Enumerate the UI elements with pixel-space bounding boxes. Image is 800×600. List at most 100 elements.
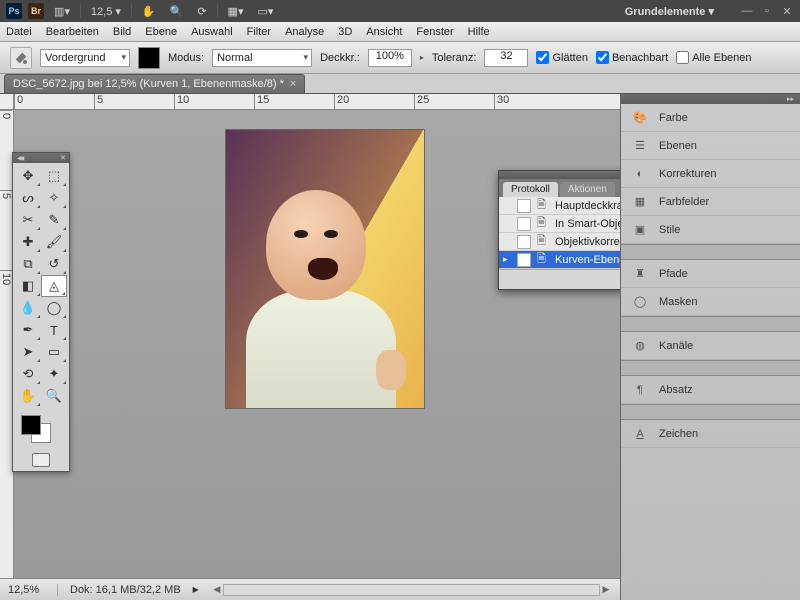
bridge-logo-icon[interactable]: Br <box>28 3 44 19</box>
eyedropper-tool[interactable]: ✎ <box>41 209 67 231</box>
crop-tool[interactable]: ✂ <box>15 209 41 231</box>
panel-absatz[interactable]: ¶Absatz <box>621 376 800 404</box>
ruler-origin[interactable] <box>0 94 14 110</box>
current-tool-paint-bucket-icon[interactable] <box>10 47 32 69</box>
menu-bild[interactable]: Bild <box>113 26 131 38</box>
document-tab[interactable]: DSC_5672.jpg bei 12,5% (Kurven 1, Ebenen… <box>4 74 305 93</box>
panel-pfade[interactable]: ♜Pfade <box>621 260 800 288</box>
color-swatches[interactable] <box>17 413 65 445</box>
lasso-tool[interactable]: ᔕ <box>15 187 41 209</box>
panel-dock-collapse-icon[interactable]: ▸▸ <box>621 94 800 104</box>
antialias-checkbox[interactable]: Glätten <box>536 51 587 64</box>
menu-filter[interactable]: Filter <box>247 26 271 38</box>
3d-rotate-tool[interactable]: ⟲ <box>15 363 41 385</box>
hand-tool[interactable]: ✋ <box>15 385 41 407</box>
opacity-field[interactable]: 100% <box>368 49 412 67</box>
panel-kanaele[interactable]: ◍Kanäle <box>621 332 800 360</box>
healing-brush-tool[interactable]: ✚ <box>15 231 41 253</box>
contiguous-checkbox[interactable]: Benachbart <box>596 51 668 64</box>
arrange-documents-icon[interactable]: ▦▾ <box>224 5 248 18</box>
status-doc-info[interactable]: Dok: 16,1 MB/32,2 MB <box>70 584 181 596</box>
quick-mask-toggle[interactable] <box>13 449 69 471</box>
tools-panel-header[interactable]: ✕ <box>13 153 69 163</box>
layout-switcher-icon[interactable]: ▥▾ <box>50 5 74 18</box>
document-tab-close-icon[interactable]: × <box>290 78 296 90</box>
paint-bucket-tool[interactable]: ◬ <box>41 275 67 297</box>
shape-tool[interactable]: ▭ <box>41 341 67 363</box>
tool-options-bar: Vordergrund Modus: Normal Deckkr.: 100%▸… <box>0 42 800 74</box>
menu-ansicht[interactable]: Ansicht <box>366 26 402 38</box>
zoom-tool[interactable]: 🔍 <box>41 385 67 407</box>
all-layers-label: Alle Ebenen <box>692 52 751 64</box>
move-tool[interactable]: ✥ <box>15 165 41 187</box>
scroll-track[interactable] <box>223 584 600 596</box>
all-layers-checkbox[interactable]: Alle Ebenen <box>676 51 751 64</box>
foreground-color-swatch[interactable] <box>21 415 41 435</box>
channels-icon: ◍ <box>631 337 649 355</box>
tab-aktionen[interactable]: Aktionen <box>560 182 615 197</box>
clone-stamp-tool[interactable]: ⧉ <box>15 253 41 275</box>
3d-orbit-tool[interactable]: ✦ <box>41 363 67 385</box>
history-snapshot-well[interactable] <box>517 253 531 267</box>
ruler-tick: 15 <box>254 94 334 109</box>
panel-stile[interactable]: ▣Stile <box>621 216 800 244</box>
menu-bearbeiten[interactable]: Bearbeiten <box>46 26 99 38</box>
character-icon: A <box>631 425 649 443</box>
tolerance-field[interactable]: 32 <box>484 49 528 67</box>
maximize-button[interactable]: ▫ <box>760 5 774 17</box>
layers-icon: ☰ <box>631 137 649 155</box>
toleranz-label: Toleranz: <box>432 52 477 64</box>
document-canvas[interactable] <box>225 129 425 409</box>
marquee-tool[interactable]: ⬚ <box>41 165 67 187</box>
pen-tool[interactable]: ✒ <box>15 319 41 341</box>
panel-ebenen[interactable]: ☰Ebenen <box>621 132 800 160</box>
path-selection-tool[interactable]: ➤ <box>15 341 41 363</box>
scroll-right-icon[interactable]: ▶ <box>600 584 612 595</box>
zoom-percent-value: 12,5 <box>91 6 112 18</box>
ruler-horizontal[interactable]: 0 5 10 15 20 25 30 <box>14 94 620 110</box>
all-layers-input[interactable] <box>676 51 689 64</box>
rotate-view-icon[interactable]: ⟳ <box>193 5 210 18</box>
status-info-flyout-icon[interactable]: ▶ <box>193 585 199 594</box>
menu-analyse[interactable]: Analyse <box>285 26 324 38</box>
zoom-percent-display[interactable]: 12,5 ▾ <box>87 5 125 18</box>
panel-korrekturen[interactable]: ◐Korrekturen <box>621 160 800 188</box>
minimize-button[interactable]: — <box>740 5 754 17</box>
type-tool[interactable]: T <box>41 319 67 341</box>
menu-fenster[interactable]: Fenster <box>416 26 453 38</box>
history-snapshot-well[interactable] <box>517 199 531 213</box>
magic-wand-tool[interactable]: ✧ <box>41 187 67 209</box>
menu-ebene[interactable]: Ebene <box>145 26 177 38</box>
panel-farbfelder[interactable]: ▦Farbfelder <box>621 188 800 216</box>
history-snapshot-well[interactable] <box>517 217 531 231</box>
contiguous-input[interactable] <box>596 51 609 64</box>
screen-mode-icon[interactable]: ▭▾ <box>253 5 277 18</box>
fill-source-combo[interactable]: Vordergrund <box>40 49 130 67</box>
status-zoom-field[interactable]: 12,5% <box>8 584 58 596</box>
panel-masken[interactable]: ◯Masken <box>621 288 800 316</box>
panel-farbe[interactable]: 🎨Farbe <box>621 104 800 132</box>
history-brush-tool[interactable]: ↺ <box>41 253 67 275</box>
dodge-tool[interactable]: ◯ <box>41 297 67 319</box>
close-button[interactable]: ✕ <box>780 5 794 18</box>
antialias-input[interactable] <box>536 51 549 64</box>
workspace-switcher[interactable]: Grundelemente ▾ <box>625 5 714 18</box>
panel-zeichen[interactable]: AZeichen <box>621 420 800 448</box>
menu-datei[interactable]: Datei <box>6 26 32 38</box>
blend-mode-value: Normal <box>217 52 252 64</box>
blur-tool[interactable]: 💧 <box>15 297 41 319</box>
horizontal-scrollbar[interactable]: ◀ ▶ <box>211 584 612 596</box>
brush-tool[interactable]: 🖌 <box>41 231 67 253</box>
opacity-flyout-icon[interactable]: ▸ <box>420 53 424 62</box>
menu-3d[interactable]: 3D <box>338 26 352 38</box>
menu-auswahl[interactable]: Auswahl <box>191 26 233 38</box>
menu-hilfe[interactable]: Hilfe <box>468 26 490 38</box>
hand-tool-icon[interactable]: ✋ <box>138 5 160 18</box>
eraser-tool[interactable]: ◧ <box>15 275 41 297</box>
scroll-left-icon[interactable]: ◀ <box>211 584 223 595</box>
history-snapshot-well[interactable] <box>517 235 531 249</box>
blend-mode-combo[interactable]: Normal <box>212 49 312 67</box>
zoom-tool-icon[interactable]: 🔍 <box>166 5 188 18</box>
tab-protokoll[interactable]: Protokoll <box>503 182 558 197</box>
fill-color-swatch[interactable] <box>138 47 160 69</box>
